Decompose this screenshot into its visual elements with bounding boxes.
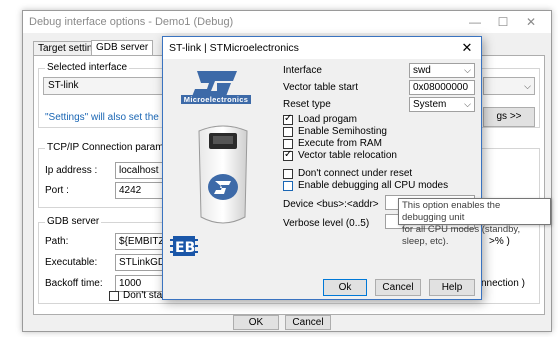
svg-text:EB: EB — [175, 240, 195, 256]
vector-table-relocation-checkbox[interactable] — [283, 149, 293, 161]
dialog-help-button[interactable]: Help — [429, 279, 475, 296]
tooltip-line-2: for all CPU modes (standby, sleep, etc). — [402, 224, 521, 247]
interface-select-value: ST-link — [48, 80, 79, 91]
dialog-cancel-button[interactable]: Cancel — [375, 279, 421, 296]
stlink-device-icon — [198, 125, 248, 224]
dont-connect-under-reset-label: Don't connect under reset — [298, 168, 413, 179]
execute-from-ram-checkbox[interactable] — [283, 139, 293, 149]
dont-start-checkbox[interactable] — [109, 291, 119, 301]
selected-interface-label: Selected interface — [45, 62, 130, 73]
reset-type-select[interactable]: System ⌵ — [409, 97, 475, 112]
eb-logo-icon: EB — [170, 236, 198, 256]
chevron-down-icon: ⌵ — [464, 99, 471, 109]
maximize-button[interactable]: ☐ — [489, 11, 517, 33]
vector-table-relocation-label: Vector table relocation — [298, 150, 397, 161]
interface-select[interactable]: swd ⌵ — [409, 63, 475, 78]
executable-label: Executable: — [45, 257, 98, 268]
vector-table-start-input[interactable]: 0x08000000 — [409, 80, 475, 95]
vector-table-start-label: Vector table start — [283, 82, 359, 93]
gdb-server-label: GDB server — [45, 216, 102, 227]
chevron-down-icon: ⌵ — [464, 65, 471, 75]
tooltip-line-1: This option enables the debugging unit — [402, 200, 501, 223]
port-label: Port : — [45, 185, 69, 196]
enable-debugging-all-cpu-modes-checkbox[interactable] — [283, 181, 293, 191]
enable-semihosting-checkbox[interactable] — [283, 127, 293, 137]
dont-connect-under-reset-checkbox[interactable] — [283, 169, 293, 179]
reset-type-label: Reset type — [283, 99, 331, 110]
backoff-suffix: nnection ) — [481, 278, 525, 289]
enable-debugging-all-cpu-modes-label: Enable debugging all CPU modes — [298, 180, 449, 191]
interface-label: Interface — [283, 65, 322, 76]
path-label: Path: — [45, 236, 69, 247]
chevron-down-icon: ⌵ — [524, 81, 531, 91]
window-close-button[interactable]: ✕ — [517, 11, 545, 33]
tab-gdb-server[interactable]: GDB server — [91, 40, 154, 56]
enable-semihosting-label: Enable Semihosting — [298, 126, 387, 137]
settings-button[interactable]: gs >> — [483, 107, 535, 127]
load-program-label: Load progam — [298, 114, 357, 125]
ok-button[interactable]: OK — [233, 315, 279, 330]
dialog-close-button[interactable]: ✕ — [459, 37, 475, 59]
backoff-time-label: Backoff time: — [45, 278, 103, 289]
verbose-level-label: Verbose level (0..5) — [283, 218, 370, 229]
interface-select[interactable]: ST-link — [43, 77, 165, 95]
load-program-checkbox[interactable] — [283, 113, 293, 125]
ip-address-label: Ip address : — [45, 165, 98, 176]
reset-type-select-value: System — [413, 99, 447, 110]
interface-select-value: swd — [413, 65, 431, 76]
stlink-dialog: ST-link | STMicroelectronics ✕ Microelec… — [162, 36, 482, 300]
cancel-button[interactable]: Cancel — [285, 315, 331, 330]
st-logo-text: Microelectronics — [181, 95, 251, 104]
execute-from-ram-label: Execute from RAM — [298, 138, 382, 149]
minimize-button[interactable]: — — [461, 11, 489, 33]
dialog-ok-button[interactable]: Ok — [323, 279, 367, 296]
dialog-title: ST-link | STMicroelectronics — [163, 37, 481, 59]
enable-debugging-tooltip: This option enables the debugging unit f… — [398, 198, 551, 247]
device-bus-addr-label: Device <bus>:<addr> — [283, 199, 379, 210]
right-combo[interactable]: ⌵ — [483, 77, 535, 95]
